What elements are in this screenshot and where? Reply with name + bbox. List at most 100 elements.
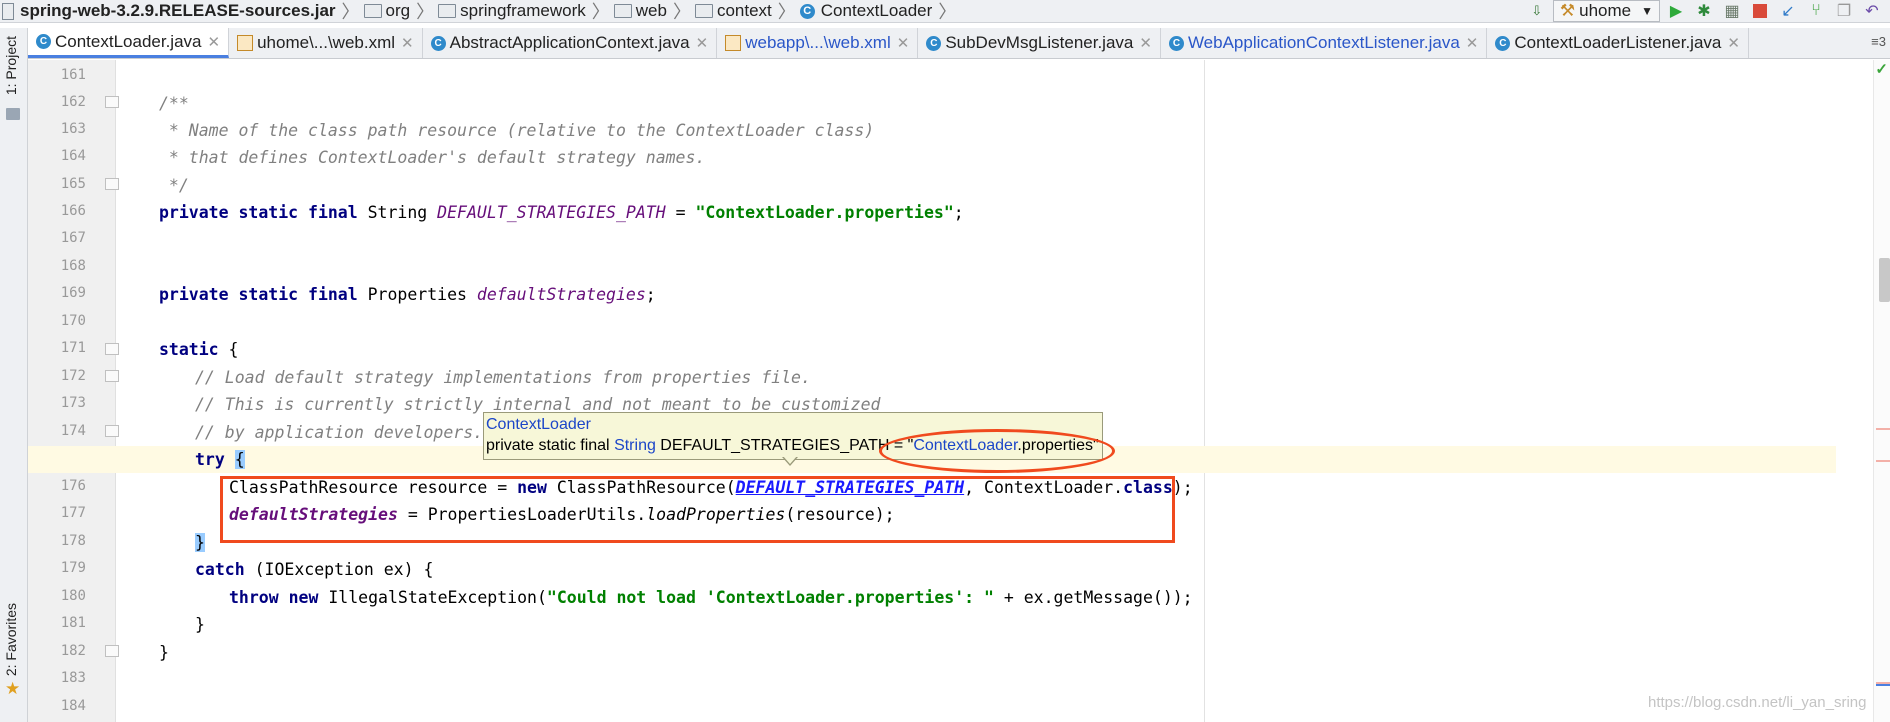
code-line-165: */ (159, 172, 1890, 199)
tab-label: uhome\...\web.xml (257, 33, 396, 52)
tab-webapp-web-xml[interactable]: webapp\...\web.xml ✕ (717, 28, 919, 58)
class-icon: C (430, 35, 446, 51)
field-name: defaultStrategies (476, 285, 646, 304)
run-configuration-select[interactable]: ⚒ uhome ▼ (1552, 0, 1660, 22)
folder-icon (363, 4, 382, 18)
breadcrumb-web[interactable]: web (612, 0, 671, 22)
chevron-right-icon: 〉 (938, 2, 957, 22)
comment-text: // Load default strategy implementations… (195, 368, 811, 387)
code-text: (IOException ex) { (244, 560, 434, 579)
code-line-163: * Name of the class path resource (relat… (159, 117, 1890, 144)
favorites-tool-label: 2: Favorites (3, 603, 19, 677)
line-number: 178 (60, 533, 86, 549)
error-stripe-mark[interactable] (1876, 428, 1890, 430)
line-number: 180 (60, 588, 86, 604)
error-stripe-mark[interactable] (1876, 460, 1890, 462)
keyword: static (159, 340, 219, 359)
keyword: private static final (159, 203, 358, 222)
line-number: 170 (60, 313, 86, 329)
code-line-172: // Load default strategy implementations… (195, 364, 1890, 391)
code-text: + ex.getMessage()); (993, 588, 1193, 607)
close-icon[interactable]: ✕ (897, 34, 910, 52)
line-number: 166 (60, 203, 86, 219)
breadcrumb-class[interactable]: C ContextLoader (798, 0, 937, 22)
code-line-162: /** (159, 90, 1890, 117)
breadcrumb-jar[interactable]: spring-web-3.2.9.RELEASE-sources.jar (0, 0, 340, 22)
breadcrumb-springframework[interactable]: springframework (436, 0, 590, 22)
tooltip-type-link[interactable]: String (614, 437, 656, 454)
close-icon[interactable]: ✕ (208, 33, 221, 51)
vcs-revert-icon[interactable]: ↶ (1860, 1, 1884, 21)
chevron-right-icon: 〉 (341, 2, 360, 22)
vcs-compare-icon[interactable]: ❐ (1832, 1, 1856, 21)
tab-contextloaderlistener-java[interactable]: C ContextLoaderListener.java ✕ (1487, 28, 1749, 58)
project-tool-label: 1: Project (3, 36, 19, 96)
close-icon[interactable]: ✕ (696, 34, 709, 52)
comment-text: // by application developers. (195, 423, 484, 442)
tab-label: ContextLoaderListener.java (1514, 33, 1722, 52)
line-number: 173 (60, 395, 86, 411)
breadcrumb-label: web (635, 1, 667, 20)
coverage-icon[interactable]: ▦ (1720, 1, 1744, 21)
keyword: catch (195, 560, 245, 579)
code-editor[interactable]: /** * Name of the class path resource (r… (28, 60, 1890, 722)
keyword: throw (229, 588, 279, 607)
line-number: 176 (60, 478, 86, 494)
watermark-text: https://blog.csdn.net/li_yan_sring (1648, 694, 1867, 711)
folder-icon (694, 4, 713, 18)
comment-text: /** (159, 94, 189, 113)
xml-file-icon (237, 35, 254, 51)
line-number: 169 (60, 285, 86, 301)
line-number: 171 (60, 340, 86, 356)
inspection-ok-icon[interactable]: ✓ (1875, 60, 1888, 78)
keyword: try (195, 450, 225, 469)
debug-icon[interactable]: ✱ (1692, 1, 1716, 21)
error-stripe-mark[interactable] (1876, 684, 1890, 686)
breadcrumb-org[interactable]: org (362, 0, 415, 22)
tab-label: webapp\...\web.xml (745, 33, 891, 52)
line-number: 183 (60, 670, 86, 686)
tab-label: ContextLoader.java (55, 31, 202, 51)
favorites-tool-button[interactable]: 2: Favorites (3, 603, 19, 676)
line-number: 182 (60, 643, 86, 659)
line-number: 179 (60, 560, 86, 576)
tab-label: AbstractApplicationContext.java (449, 33, 690, 52)
breadcrumb-context[interactable]: context (693, 0, 776, 22)
class-icon: C (1168, 35, 1184, 51)
star-icon: ★ (5, 679, 21, 698)
line-number: 167 (60, 230, 86, 246)
error-stripe[interactable] (1873, 60, 1890, 722)
line-number: 172 (60, 368, 86, 384)
code-text: } (159, 643, 169, 662)
tab-abstractapplicationcontext-java[interactable]: C AbstractApplicationContext.java ✕ (423, 28, 718, 58)
tab-overflow-button[interactable]: ≡3 (1871, 34, 1886, 49)
comment-text: */ (159, 176, 189, 195)
tab-webapplicationcontextlistener-java[interactable]: C WebApplicationContextListener.java ✕ (1161, 28, 1488, 58)
scrollbar-thumb[interactable] (1879, 258, 1890, 302)
line-number: 165 (60, 176, 86, 192)
close-icon[interactable]: ✕ (1466, 34, 1479, 52)
breadcrumb-label: org (385, 1, 411, 20)
close-icon[interactable]: ✕ (1727, 34, 1740, 52)
tab-subdevmsglistener-java[interactable]: C SubDevMsgListener.java ✕ (918, 28, 1161, 58)
close-icon[interactable]: ✕ (1139, 34, 1152, 52)
tab-contextloader-java[interactable]: C ContextLoader.java ✕ (28, 28, 230, 58)
string-literal: "Could not load 'ContextLoader.propertie… (546, 588, 994, 607)
line-number: 177 (60, 505, 86, 521)
tab-label: SubDevMsgListener.java (945, 33, 1134, 52)
breadcrumb-label: context (716, 1, 772, 20)
chevron-right-icon: 〉 (416, 2, 435, 22)
vcs-commit-icon[interactable]: ⑂ (1804, 1, 1828, 21)
folder-icon (613, 4, 632, 18)
stop-icon[interactable] (1748, 1, 1772, 21)
project-tool-button[interactable]: 1: Project (3, 36, 19, 95)
tab-uhome-web-xml[interactable]: uhome\...\web.xml ✕ (229, 28, 423, 58)
tooltip-pointer-fill (783, 456, 797, 464)
chevron-down-icon: ▼ (1641, 4, 1653, 18)
run-icon[interactable]: ▶ (1664, 1, 1688, 21)
build-icon[interactable]: ⇩ (1525, 1, 1549, 21)
vcs-update-icon[interactable]: ↙ (1776, 1, 1800, 21)
breadcrumb-label: springframework (460, 1, 586, 20)
close-icon[interactable]: ✕ (401, 34, 414, 52)
code-text: } (195, 615, 205, 634)
